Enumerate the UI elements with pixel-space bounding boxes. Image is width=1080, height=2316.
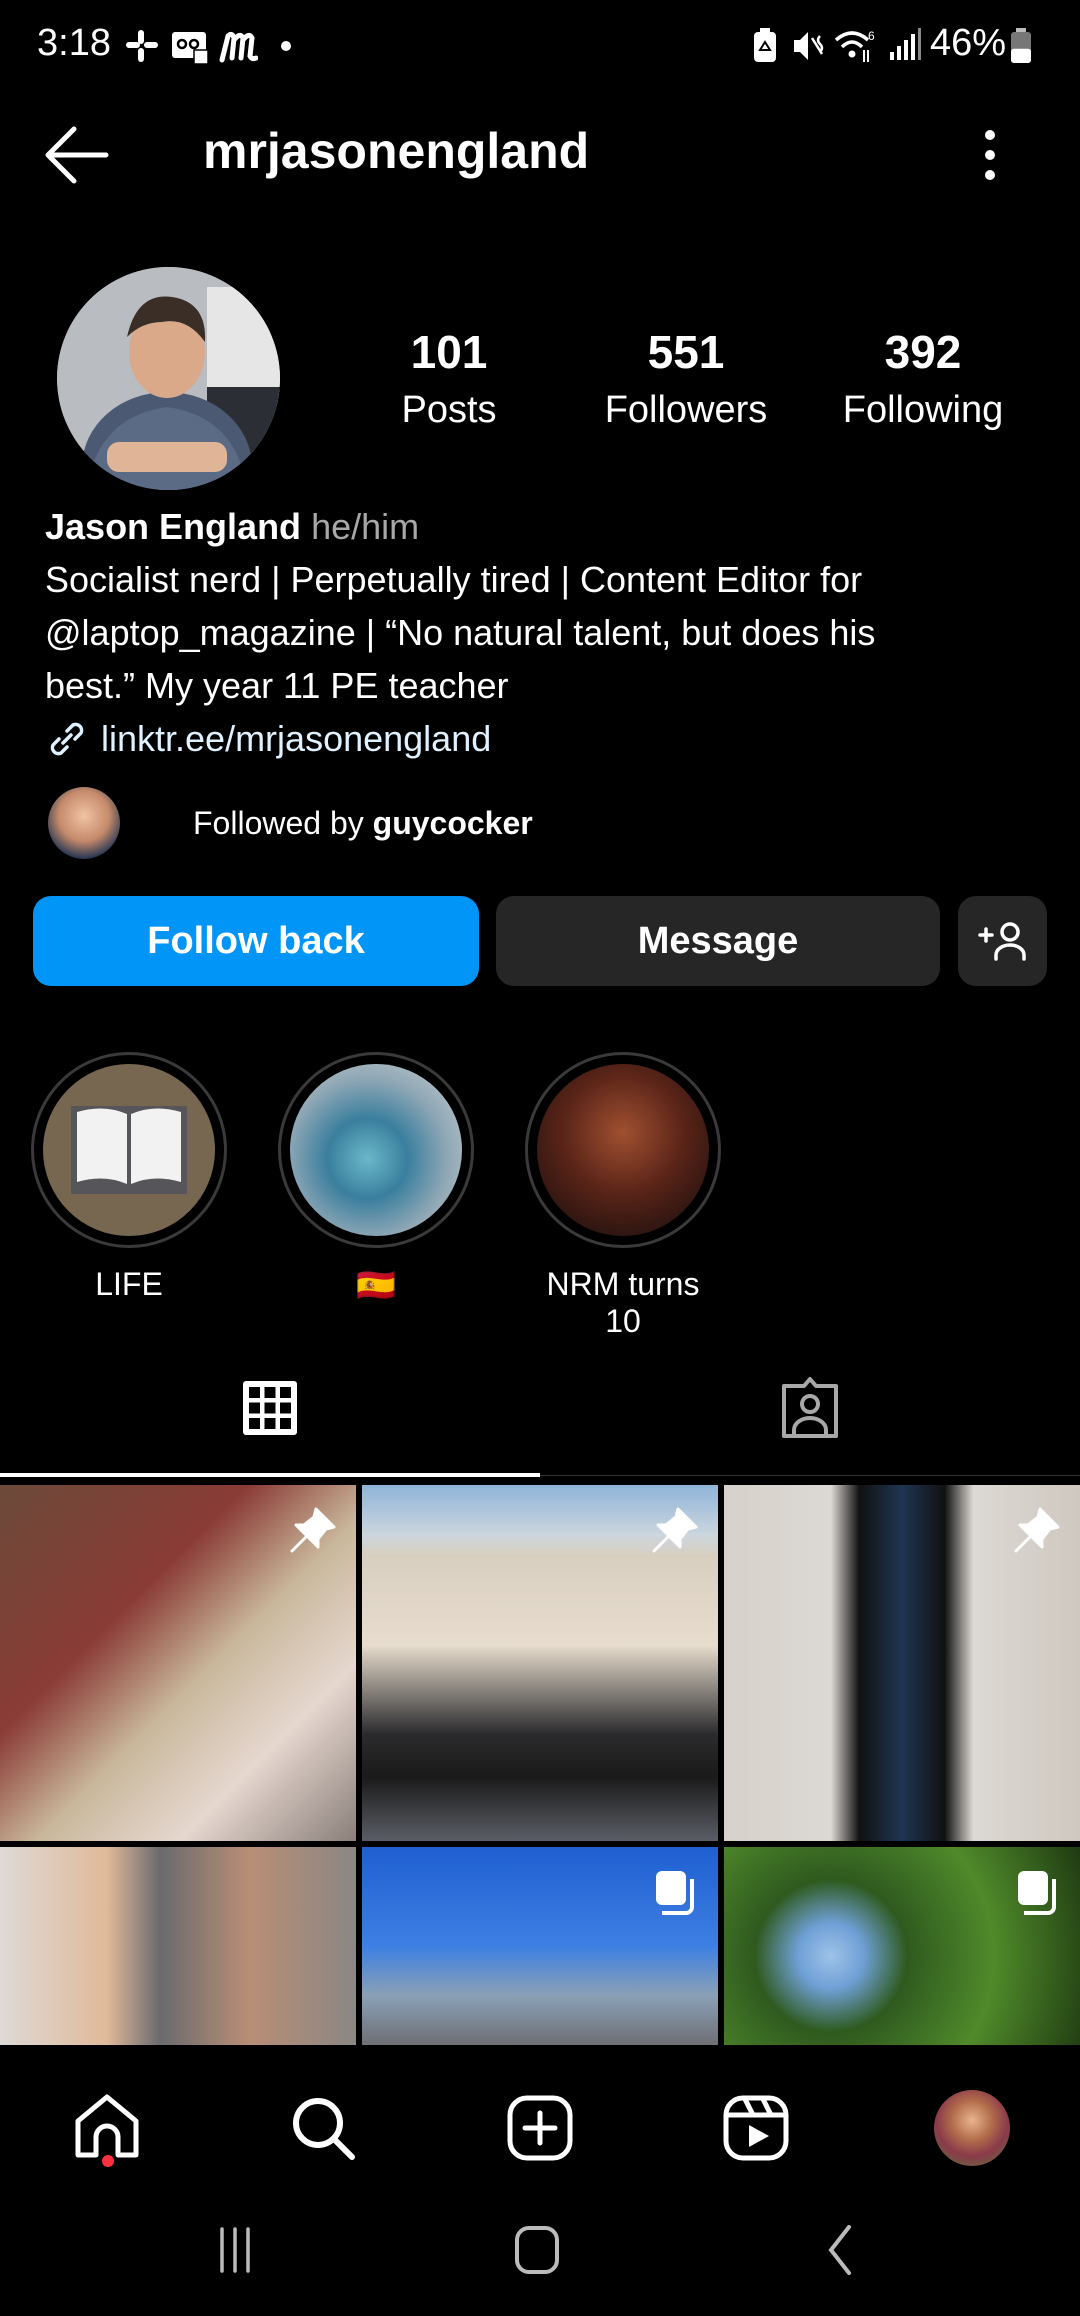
grid-icon — [243, 1381, 297, 1435]
mutual-follower-avatar[interactable] — [48, 787, 120, 859]
tab-tagged[interactable] — [540, 1340, 1080, 1476]
followers-label: Followers — [604, 389, 768, 431]
display-name: Jason England — [45, 506, 302, 547]
nav-create[interactable] — [495, 2083, 585, 2173]
active-tab-indicator — [0, 1473, 540, 1477]
pinned-icon — [1014, 1507, 1060, 1553]
highlight-label: NRM turns 10 — [546, 1266, 700, 1339]
message-button[interactable]: Message — [496, 896, 940, 986]
carousel-icon — [656, 1871, 694, 1915]
more-options-icon[interactable] — [975, 125, 1005, 185]
highlight-cover — [290, 1064, 462, 1236]
system-back-button[interactable] — [800, 2220, 880, 2280]
notification-dot — [102, 2155, 114, 2167]
create-post-icon — [507, 2095, 573, 2161]
dot-icon — [281, 41, 291, 51]
posts-label: Posts — [401, 389, 497, 431]
reels-icon — [723, 2095, 789, 2161]
recent-apps-button[interactable] — [195, 2220, 275, 2280]
signal-icon — [890, 28, 921, 60]
followed-by[interactable]: Followed by guycocker — [48, 787, 533, 859]
tab-divider — [540, 1475, 1080, 1476]
bio-link[interactable]: linktr.ee/mrjasonengland — [45, 712, 1045, 765]
highlight-label: LIFE — [95, 1266, 163, 1302]
mute-icon — [794, 32, 824, 60]
home-icon — [75, 2094, 139, 2158]
status-time: 3:18 — [37, 22, 111, 64]
bottom-nav — [0, 2045, 1080, 2185]
voicemail-icon — [172, 32, 209, 64]
highlight-cover — [537, 1064, 709, 1236]
grid-post[interactable] — [0, 1847, 356, 2045]
bio-link-text[interactable]: linktr.ee/mrjasonengland — [101, 712, 491, 765]
battery-percent: 46% — [930, 22, 1007, 64]
wifi-icon: 6 — [834, 29, 875, 62]
following-label: Following — [842, 389, 1004, 431]
system-nav-bar — [0, 2185, 1080, 2316]
recent-apps-icon — [220, 2227, 250, 2273]
profile-photo — [57, 267, 280, 490]
profile-avatar[interactable] — [57, 267, 280, 490]
grid-post[interactable] — [724, 1847, 1080, 2045]
page-title-username: mrjasonengland — [203, 123, 590, 179]
home-button[interactable] — [497, 2220, 577, 2280]
own-profile-avatar — [934, 2090, 1010, 2166]
grid-post[interactable] — [0, 1485, 356, 1841]
highlight-ring — [31, 1052, 227, 1248]
grid-post[interactable] — [362, 1485, 718, 1841]
status-bar: 3:18 6 46% — [0, 0, 1080, 95]
nav-reels[interactable] — [711, 2083, 801, 2173]
highlight-ring — [278, 1052, 474, 1248]
tagged-person-icon — [782, 1377, 838, 1438]
home-square-icon — [515, 2226, 559, 2274]
battery-icon — [1011, 28, 1031, 63]
pronouns: he/him — [311, 506, 420, 547]
add-person-icon — [977, 922, 1026, 961]
highlight-ring — [525, 1052, 721, 1248]
followed-by-text[interactable]: Followed by guycocker — [193, 805, 533, 842]
search-icon — [293, 2098, 355, 2160]
system-back-icon — [828, 2225, 851, 2275]
suggested-users-button[interactable] — [958, 896, 1047, 986]
stat-posts[interactable]: 101 Posts — [349, 325, 549, 432]
highlight-nrm-turns-10[interactable]: NRM turns 10 — [525, 1052, 721, 1340]
back-arrow-icon[interactable] — [44, 125, 110, 185]
highlight-life[interactable]: LIFE — [31, 1052, 227, 1303]
following-count: 392 — [884, 326, 962, 378]
battery-saver-icon — [754, 28, 776, 62]
pinned-icon — [652, 1507, 698, 1553]
pinned-icon — [290, 1507, 336, 1553]
highlight-label: 🇪🇸 — [356, 1267, 396, 1303]
carousel-icon — [1018, 1871, 1056, 1915]
grid-post[interactable] — [362, 1847, 718, 2045]
stat-followers[interactable]: 551 Followers — [586, 325, 786, 432]
follow-back-button[interactable]: Follow back — [33, 896, 479, 986]
bio-line: Socialist nerd | Perpetually tired | Con… — [45, 559, 863, 600]
svg-text:6: 6 — [868, 29, 875, 43]
nav-profile[interactable] — [927, 2083, 1017, 2173]
stat-following[interactable]: 392 Following — [823, 325, 1023, 432]
tab-posts-grid[interactable] — [0, 1340, 540, 1476]
book-icon — [71, 1106, 187, 1194]
slack-icon — [126, 30, 158, 62]
link-icon — [50, 722, 84, 755]
bio-line: @laptop_magazine | “No natural talent, b… — [45, 612, 876, 653]
highlight-spain[interactable]: 🇪🇸 — [278, 1052, 474, 1304]
app-m-icon — [219, 31, 258, 63]
grid-post[interactable] — [724, 1485, 1080, 1841]
nav-search[interactable] — [278, 2083, 368, 2173]
posts-count: 101 — [410, 326, 488, 378]
bio-line: best.” My year 11 PE teacher — [45, 665, 509, 706]
bio-section: Jason England he/him Socialist nerd | Pe… — [45, 500, 1045, 765]
followers-count: 551 — [647, 326, 725, 378]
